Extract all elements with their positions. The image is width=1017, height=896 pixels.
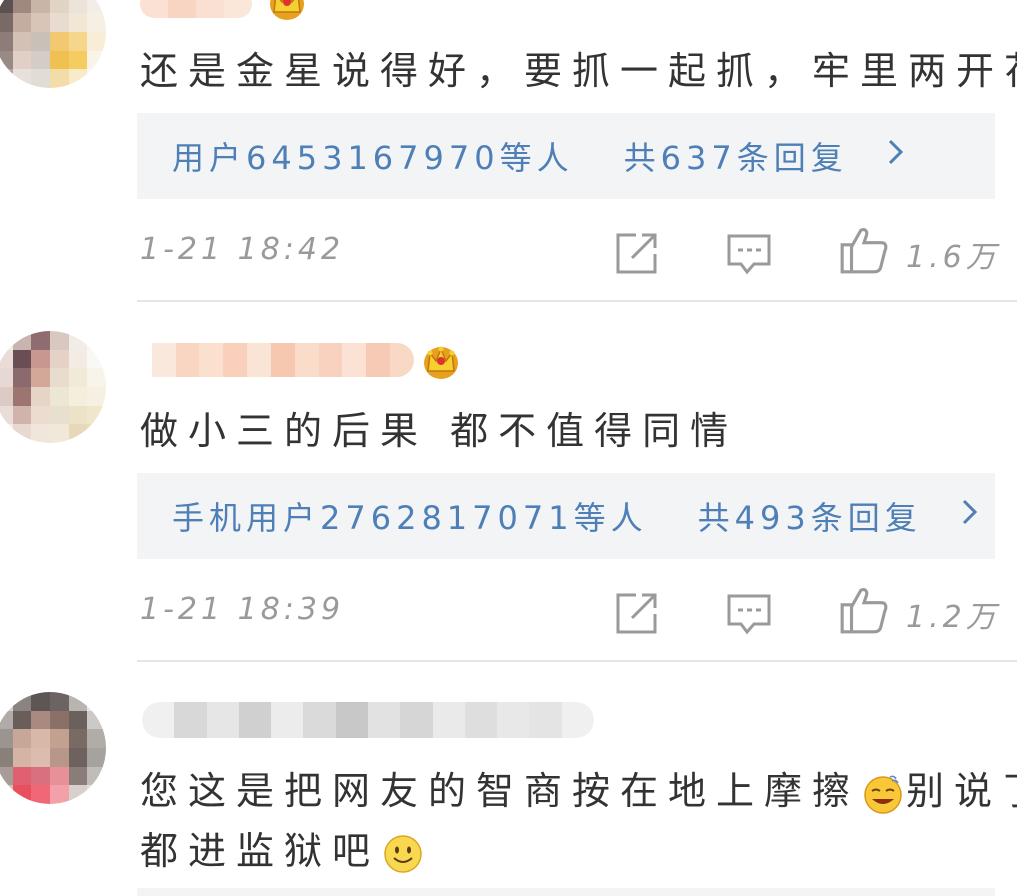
- reply-count[interactable]: 共493条回复: [698, 493, 922, 539]
- comment-text-part: 您这是把网友的智商按在地上摩擦: [140, 769, 861, 813]
- like-count: 1.6万: [906, 240, 1000, 275]
- chevron-right-icon[interactable]: [886, 136, 906, 176]
- comment-icon[interactable]: [724, 228, 774, 278]
- replies-preview[interactable]: 手机用户2762817071等人 共493条回复: [137, 473, 995, 559]
- comment-time: 1-21 18:42: [140, 232, 345, 267]
- replies-preview[interactable]: 用户6453167970等人 共637条回复: [137, 113, 995, 199]
- username-blurred[interactable]: [128, 343, 414, 377]
- divider: [137, 660, 1017, 662]
- like-count: 1.2万: [906, 600, 1000, 635]
- avatar[interactable]: [0, 331, 106, 443]
- comment-text: 做小三的后果 都不值得同情: [140, 409, 739, 453]
- avatar[interactable]: [0, 0, 106, 88]
- comment-meta: 1-21 18:42 1.6万: [0, 222, 1017, 282]
- comment-icon[interactable]: [724, 588, 774, 638]
- comment-text-part: 都进监狱吧: [140, 829, 381, 873]
- share-icon[interactable]: [612, 588, 662, 638]
- crown-icon: [270, 0, 304, 20]
- avatar[interactable]: [0, 692, 106, 804]
- comment-time: 1-21 18:39: [140, 592, 345, 627]
- username-blurred[interactable]: [140, 0, 252, 18]
- divider: [137, 300, 1017, 302]
- comment-text: 您这是把网友的智商按在地上摩擦 别说了: [140, 760, 1017, 815]
- reply-users[interactable]: 手机用户2762817071等人: [172, 493, 648, 539]
- comment-text-line2: 都进监狱吧: [140, 820, 426, 875]
- comment-meta: 1-21 18:39 1.2万: [0, 582, 1017, 642]
- reply-count[interactable]: 共637条回复: [624, 133, 848, 179]
- thumbs-up-icon[interactable]: [838, 224, 890, 276]
- crown-icon: [424, 346, 458, 379]
- thumbs-up-icon[interactable]: [838, 584, 890, 636]
- username-blurred[interactable]: [142, 702, 594, 738]
- replies-preview[interactable]: [137, 888, 995, 896]
- reply-users[interactable]: 用户6453167970等人: [172, 133, 574, 179]
- smile-emoji: [384, 834, 422, 873]
- share-icon[interactable]: [612, 228, 662, 278]
- sweat-smile-emoji: [864, 775, 902, 814]
- comment-text-part: 别说了: [906, 769, 1017, 813]
- comment-text: 还是金星说得好，要抓一起抓，牢里两开花: [140, 49, 1017, 93]
- chevron-right-icon[interactable]: [960, 496, 980, 536]
